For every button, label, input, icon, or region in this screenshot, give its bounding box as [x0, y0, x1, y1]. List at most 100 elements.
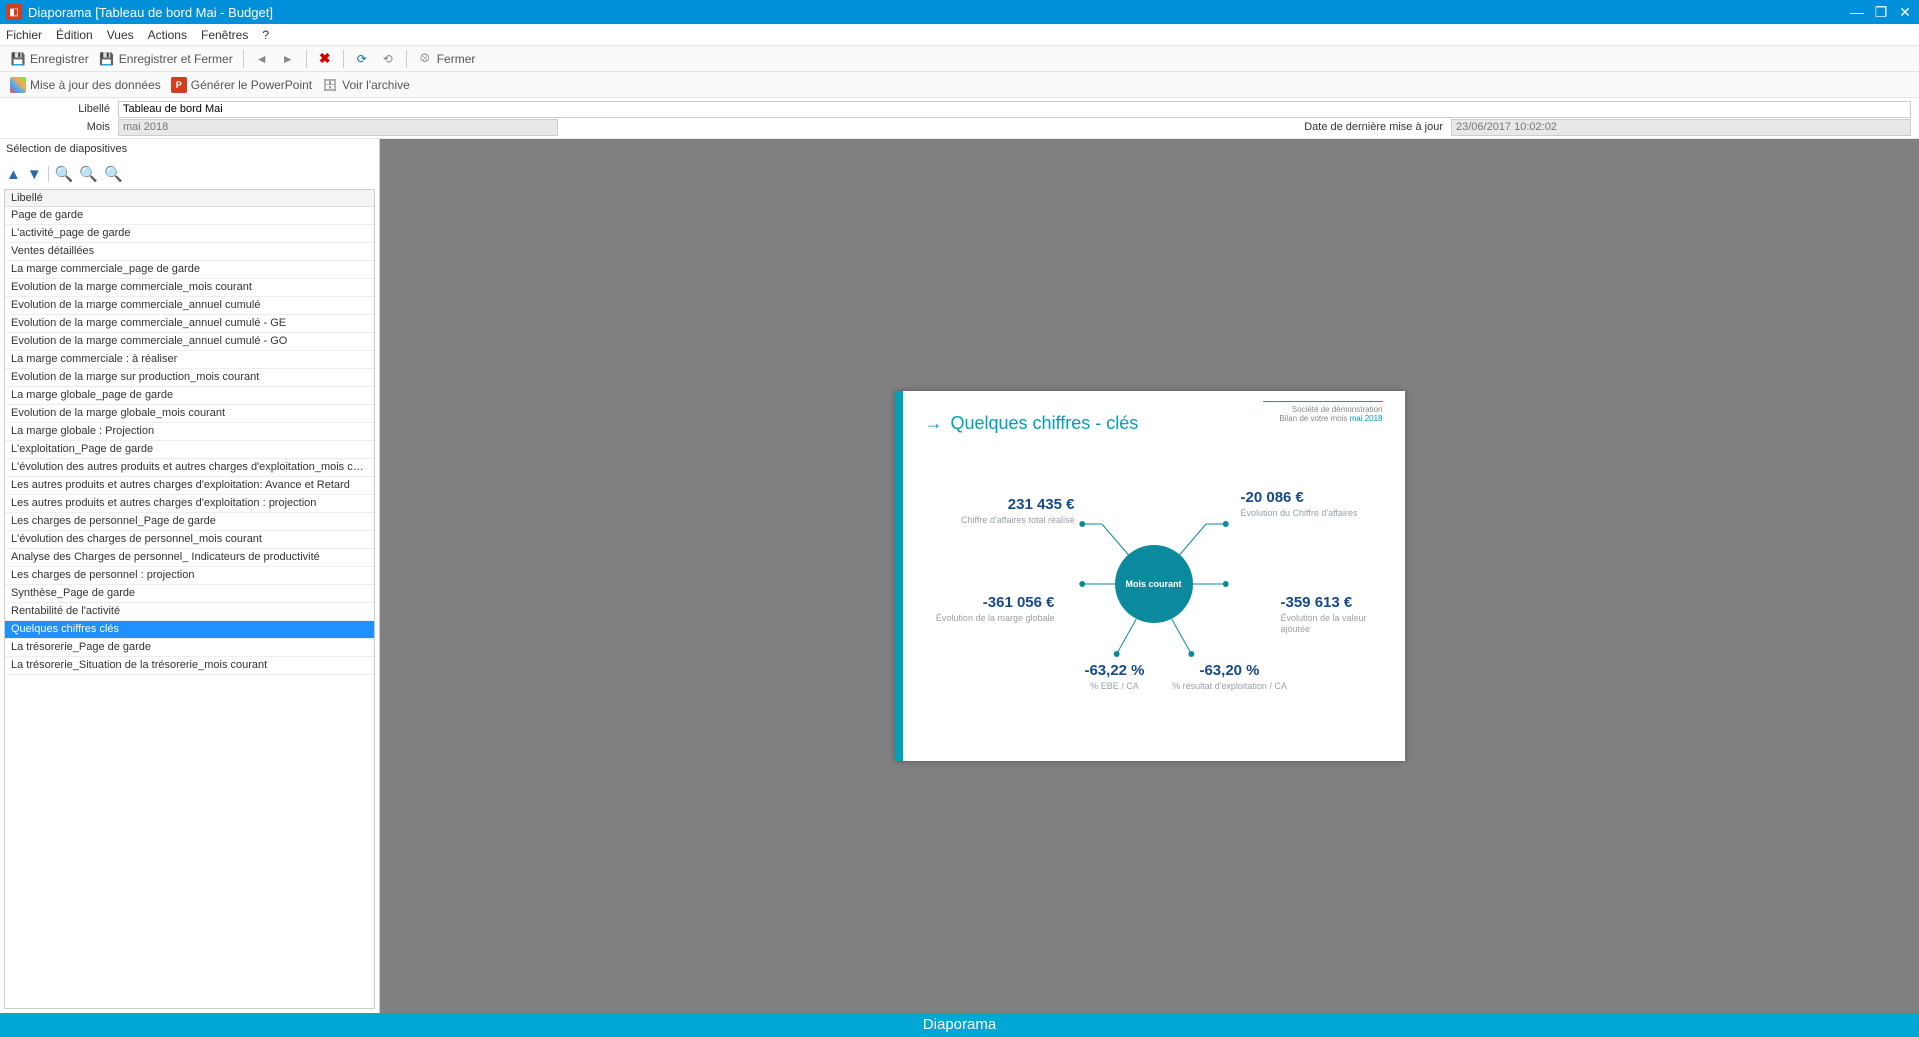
slide-company-block: Société de démonstration Bilan de votre … — [1279, 405, 1382, 423]
diagram-hub: Mois courant — [1115, 545, 1193, 623]
save-button[interactable]: 💾 Enregistrer — [6, 49, 93, 69]
slide-row[interactable]: Les autres produits et autres charges d'… — [5, 495, 374, 513]
separator — [306, 50, 307, 68]
refresh-icon: ⟳ — [354, 51, 370, 67]
save-label: Enregistrer — [30, 52, 89, 66]
slide-row[interactable]: La trésorerie_Page de garde — [5, 639, 374, 657]
lastupdate-label: Date de dernière mise à jour — [1304, 121, 1443, 133]
slide-row[interactable]: Les autres produits et autres charges d'… — [5, 477, 374, 495]
kpi-desc: Évolution de la valeur ajoutée — [1281, 613, 1391, 635]
archive-icon: 🗄 — [322, 77, 338, 93]
x-icon: ✖ — [317, 51, 333, 67]
window-title: Diaporama [Tableau de bord Mai - Budget] — [28, 5, 1849, 20]
generate-ppt-label: Générer le PowerPoint — [191, 78, 312, 92]
save-close-icon: 💾 — [99, 51, 115, 67]
menu-vues[interactable]: Vues — [107, 28, 134, 42]
move-down-button[interactable]: ▼ — [27, 166, 42, 183]
slide-row[interactable]: Quelques chiffres clés — [5, 621, 374, 639]
slide-row[interactable]: Rentabilité de l'activité — [5, 603, 374, 621]
powerpoint-icon: P — [171, 77, 187, 93]
slide-list[interactable]: Libellé Page de gardeL'activité_page de … — [4, 189, 375, 1009]
menu-help[interactable]: ? — [262, 28, 269, 42]
close-button[interactable]: ⮾ Fermer — [413, 49, 480, 69]
kpi-top-right: -20 086 € Évolution du Chiffre d'affaire… — [1241, 489, 1391, 519]
update-data-label: Mise à jour des données — [30, 78, 161, 92]
slide-row[interactable]: La marge globale : Projection — [5, 423, 374, 441]
slide-row[interactable]: L'exploitation_Page de garde — [5, 441, 374, 459]
slide-row[interactable]: Les charges de personnel : projection — [5, 567, 374, 585]
slide-preview: Société de démonstration Bilan de votre … — [895, 391, 1405, 761]
nav-forward-button[interactable]: ► — [276, 49, 300, 69]
kpi-desc: % EBE / CA — [1055, 681, 1175, 692]
arrow-right-icon: → — [925, 413, 943, 434]
slide-row[interactable]: Ventes détaillées — [5, 243, 374, 261]
mois-field — [118, 119, 558, 136]
slide-row[interactable]: Evolution de la marge commerciale_annuel… — [5, 315, 374, 333]
separator — [406, 50, 407, 68]
menu-actions[interactable]: Actions — [148, 28, 187, 42]
menu-fenetres[interactable]: Fenêtres — [201, 28, 248, 42]
libelle-field[interactable] — [118, 101, 1911, 118]
slide-row[interactable]: Evolution de la marge globale_mois coura… — [5, 405, 374, 423]
kpi-desc: Chiffre d'affaires total réalisé — [925, 515, 1075, 526]
kpi-diagram: Mois courant 231 435 € Chiffre d'affaire… — [925, 444, 1383, 724]
kpi-desc: Évolution du Chiffre d'affaires — [1241, 508, 1391, 519]
zoom-button[interactable]: 🔍 — [55, 165, 74, 183]
minimize-button[interactable]: — — [1849, 4, 1865, 21]
view-archive-button[interactable]: 🗄 Voir l'archive — [318, 75, 414, 95]
slide-row[interactable]: L'activité_page de garde — [5, 225, 374, 243]
zoom-in-button[interactable]: 🔍 — [79, 165, 98, 183]
slide-row[interactable]: Synthèse_Page de garde — [5, 585, 374, 603]
slide-panel: Sélection de diapositives ▲ ▼ 🔍 🔍 🔍 Libe… — [0, 139, 380, 1013]
slide-title-text: Quelques chiffres - clés — [951, 413, 1139, 434]
mois-label: Mois — [0, 121, 110, 133]
update-data-button[interactable]: Mise à jour des données — [6, 75, 165, 95]
diagram-hub-label: Mois courant — [1125, 579, 1181, 589]
slide-company: Société de démonstration — [1279, 405, 1382, 414]
zoom-out-button[interactable]: 🔍 — [104, 165, 123, 183]
slide-row[interactable]: Page de garde — [5, 207, 374, 225]
kpi-desc: Évolution de la marge globale — [925, 613, 1055, 624]
slide-row[interactable]: Les charges de personnel_Page de garde — [5, 513, 374, 531]
kpi-value: -63,20 % — [1170, 662, 1290, 679]
kpi-value: -361 056 € — [925, 594, 1055, 611]
statusbar: Diaporama — [0, 1013, 1919, 1037]
slide-row[interactable]: La marge commerciale_page de garde — [5, 261, 374, 279]
titlebar: ◧ Diaporama [Tableau de bord Mai - Budge… — [0, 0, 1919, 24]
kpi-value: -359 613 € — [1281, 594, 1391, 611]
slide-panel-title: Sélection de diapositives — [0, 139, 379, 159]
view-archive-label: Voir l'archive — [342, 78, 410, 92]
arrow-right-icon: ► — [280, 51, 296, 67]
refresh-button[interactable]: ⟳ — [350, 49, 374, 69]
slide-row[interactable]: La marge globale_page de garde — [5, 387, 374, 405]
menu-fichier[interactable]: Fichier — [6, 28, 42, 42]
separator — [343, 50, 344, 68]
lastupdate-field — [1451, 119, 1911, 136]
slide-row[interactable]: Evolution de la marge commerciale_annuel… — [5, 333, 374, 351]
slide-row[interactable]: La marge commerciale : à réaliser — [5, 351, 374, 369]
slide-subtitle-prefix: Bilan de votre mois — [1279, 414, 1349, 423]
slide-row[interactable]: La trésorerie_Situation de la trésorerie… — [5, 657, 374, 675]
menu-edition[interactable]: Édition — [56, 28, 93, 42]
separator — [243, 50, 244, 68]
restore-button[interactable]: ❐ — [1873, 4, 1889, 21]
close-window-button[interactable]: ✕ — [1897, 4, 1913, 21]
slide-row[interactable]: L'évolution des charges de personnel_moi… — [5, 531, 374, 549]
kpi-bottom-right: -63,20 % % résultat d'exploitation / CA — [1170, 662, 1290, 692]
reset-button[interactable]: ⟲ — [376, 49, 400, 69]
move-up-button[interactable]: ▲ — [6, 166, 21, 183]
save-close-button[interactable]: 💾 Enregistrer et Fermer — [95, 49, 237, 69]
delete-button[interactable]: ✖ — [313, 49, 337, 69]
slide-row[interactable]: Evolution de la marge sur production_moi… — [5, 369, 374, 387]
app-icon: ◧ — [6, 4, 22, 20]
nav-back-button[interactable]: ◄ — [250, 49, 274, 69]
slide-row[interactable]: Analyse des Charges de personnel_ Indica… — [5, 549, 374, 567]
reset-icon: ⟲ — [380, 51, 396, 67]
arrow-left-icon: ◄ — [254, 51, 270, 67]
generate-ppt-button[interactable]: P Générer le PowerPoint — [167, 75, 316, 95]
slide-row[interactable]: Evolution de la marge commerciale_mois c… — [5, 279, 374, 297]
close-label: Fermer — [437, 52, 476, 66]
slide-row[interactable]: Evolution de la marge commerciale_annuel… — [5, 297, 374, 315]
slide-row[interactable]: L'évolution des autres produits et autre… — [5, 459, 374, 477]
kpi-top-left: 231 435 € Chiffre d'affaires total réali… — [925, 496, 1075, 526]
